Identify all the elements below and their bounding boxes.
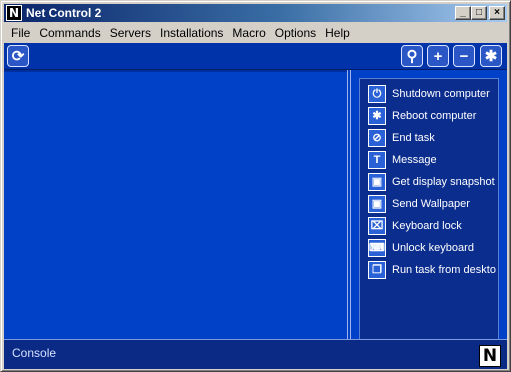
task-pane: ⏻ Shutdown computer ✱ Reboot computer ⊘ … (351, 70, 507, 339)
task-label: Unlock keyboard (392, 242, 474, 254)
add-button[interactable]: + (427, 45, 449, 67)
search-button[interactable]: ⚲ (401, 45, 423, 67)
refresh-icon: ⟳ (11, 47, 25, 65)
end-task-icon: ⊘ (368, 129, 386, 147)
plus-icon: + (433, 47, 443, 65)
app-window: N Net Control 2 _ □ × File Commands Serv… (0, 0, 511, 372)
asterisk-icon: ✱ (484, 47, 498, 65)
power-icon: ⏻ (368, 85, 386, 103)
window-title: Net Control 2 (26, 6, 102, 20)
minus-icon: − (459, 47, 469, 65)
toolbar: ⟳ ⚲ + − ✱ (4, 43, 507, 70)
task-label: Keyboard lock (392, 220, 462, 232)
task-reboot-computer[interactable]: ✱ Reboot computer (360, 105, 498, 127)
task-unlock-keyboard[interactable]: ⌨ Unlock keyboard (360, 237, 498, 259)
task-list: ⏻ Shutdown computer ✱ Reboot computer ⊘ … (359, 78, 499, 339)
menu-options[interactable]: Options (271, 26, 320, 40)
task-label: Message (392, 154, 437, 166)
task-label: Reboot computer (392, 110, 477, 122)
close-button[interactable]: × (489, 6, 505, 20)
asterisk-button[interactable]: ✱ (480, 45, 502, 67)
task-message[interactable]: T Message (360, 149, 498, 171)
task-label: Get display snapshot (392, 176, 495, 188)
task-label: End task (392, 132, 435, 144)
task-get-display-snapshot[interactable]: ▣ Get display snapshot (360, 171, 498, 193)
task-label: Run task from deskto (392, 264, 496, 276)
menu-servers[interactable]: Servers (106, 26, 155, 40)
task-keyboard-lock[interactable]: ⌧ Keyboard lock (360, 215, 498, 237)
reboot-icon: ✱ (368, 107, 386, 125)
task-shutdown-computer[interactable]: ⏻ Shutdown computer (360, 83, 498, 105)
wallpaper-icon: ▣ (368, 195, 386, 213)
task-run-task-from-desktop[interactable]: ❐ Run task from deskto (360, 259, 498, 281)
task-send-wallpaper[interactable]: ▣ Send Wallpaper (360, 193, 498, 215)
computer-list-area[interactable] (4, 70, 347, 339)
app-icon[interactable]: N (6, 5, 22, 21)
minimize-button[interactable]: _ (455, 6, 471, 20)
refresh-button[interactable]: ⟳ (7, 45, 29, 67)
net-control-logo-icon: N (479, 345, 501, 367)
task-end-task[interactable]: ⊘ End task (360, 127, 498, 149)
task-label: Send Wallpaper (392, 198, 470, 210)
remove-button[interactable]: − (453, 45, 475, 67)
menu-file[interactable]: File (7, 26, 34, 40)
console-label: Console (12, 346, 57, 360)
task-label: Shutdown computer (392, 88, 490, 100)
console-bar[interactable]: Console N (4, 339, 507, 369)
menu-macro[interactable]: Macro (228, 26, 269, 40)
maximize-button[interactable]: □ (471, 6, 487, 20)
menu-installations[interactable]: Installations (156, 26, 227, 40)
keyboard-lock-icon: ⌧ (368, 217, 386, 235)
title-bar[interactable]: N Net Control 2 _ □ × (4, 4, 507, 22)
menu-commands[interactable]: Commands (35, 26, 104, 40)
menu-bar: File Commands Servers Installations Macr… (4, 23, 507, 42)
message-icon: T (368, 151, 386, 169)
snapshot-icon: ▣ (368, 173, 386, 191)
run-task-icon: ❐ (368, 261, 386, 279)
search-icon: ⚲ (406, 47, 418, 65)
menu-help[interactable]: Help (321, 26, 354, 40)
keyboard-unlock-icon: ⌨ (368, 239, 386, 257)
